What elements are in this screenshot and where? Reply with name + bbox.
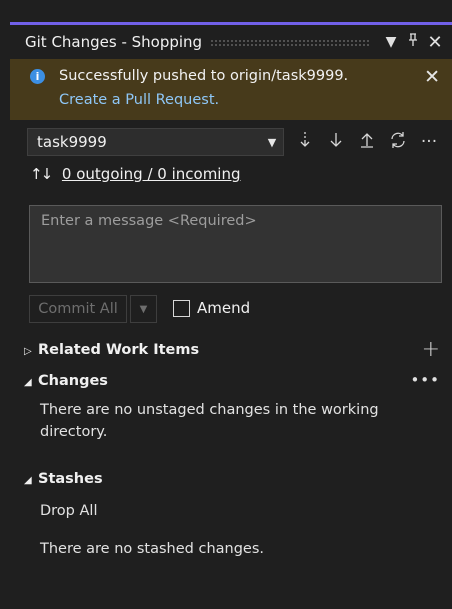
add-icon[interactable]: +: [422, 337, 440, 362]
collapse-icon: ◢: [24, 475, 32, 486]
collapse-icon: ◢: [24, 377, 32, 388]
panel-title: Git Changes - Shopping: [25, 33, 203, 51]
more-icon[interactable]: ···: [416, 132, 442, 152]
banner-message: Successfully pushed to origin/task9999.: [59, 68, 349, 84]
drag-grip[interactable]: [210, 38, 370, 46]
info-icon: i: [30, 69, 45, 84]
branch-picker[interactable]: task9999 ▼: [27, 128, 284, 156]
changes-empty-text: There are no unstaged changes in the wor…: [40, 402, 379, 440]
sync-status: ↑↓ 0 outgoing / 0 incoming: [30, 165, 241, 183]
expand-icon: ▷: [24, 346, 32, 357]
chevron-down-icon[interactable]: ▼: [380, 34, 402, 50]
chevron-down-icon[interactable]: ▼: [261, 136, 283, 149]
create-pull-request-link[interactable]: Create a Pull Request.: [59, 92, 219, 108]
stashes-header[interactable]: ◢ Stashes: [24, 471, 103, 487]
amend-checkbox[interactable]: [173, 300, 190, 317]
related-work-items-header[interactable]: ▷ Related Work Items: [24, 342, 199, 358]
pin-icon[interactable]: [402, 33, 424, 51]
panel-titlebar: Git Changes - Shopping ▼ ✕: [10, 25, 452, 59]
close-icon[interactable]: ✕: [424, 32, 446, 53]
sync-arrows-icon: ↑↓: [30, 165, 53, 183]
branch-name: task9999: [37, 133, 107, 151]
related-work-items-title: Related Work Items: [38, 342, 200, 358]
pull-icon[interactable]: [323, 131, 349, 154]
commit-message-input[interactable]: Enter a message <Required>: [29, 205, 442, 283]
push-icon[interactable]: [354, 131, 380, 154]
changes-title: Changes: [38, 373, 108, 389]
sync-icon[interactable]: [385, 131, 411, 154]
commit-all-button[interactable]: Commit All: [29, 295, 127, 323]
changes-header[interactable]: ◢ Changes: [24, 373, 108, 389]
stashes-empty-text: There are no stashed changes.: [40, 541, 264, 557]
chevron-down-icon: ▼: [139, 303, 148, 315]
fetch-icon[interactable]: [292, 131, 318, 154]
close-icon[interactable]: ✕: [424, 66, 440, 88]
drop-all-button[interactable]: Drop All: [40, 500, 97, 522]
git-action-toolbar: ···: [292, 127, 442, 157]
commit-options-dropdown[interactable]: ▼: [130, 295, 157, 323]
more-icon[interactable]: •••: [410, 371, 440, 389]
stashes-title: Stashes: [38, 471, 103, 487]
outgoing-incoming-link[interactable]: 0 outgoing / 0 incoming: [62, 165, 241, 183]
amend-label: Amend: [197, 299, 251, 317]
push-success-banner: i Successfully pushed to origin/task9999…: [10, 59, 452, 120]
